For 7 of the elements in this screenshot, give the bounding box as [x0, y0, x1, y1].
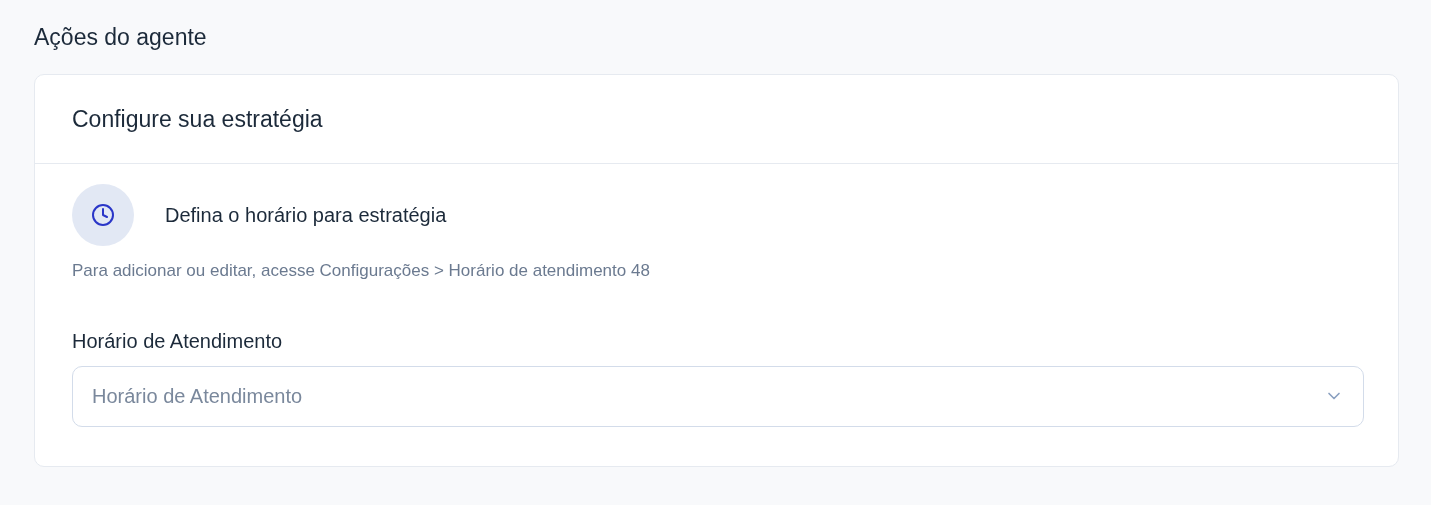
page-title: Ações do agente	[34, 23, 207, 52]
schedule-hint: Para adicionar ou editar, acesse Configurações > Horário de atendimento 48	[72, 260, 650, 282]
schedule-heading: Defina o horário para estratégia	[165, 203, 447, 228]
schedule-select[interactable]: Horário de Atendimento	[72, 365, 1364, 427]
clock-icon	[91, 203, 115, 227]
card-title: Configure sua estratégia	[72, 104, 323, 134]
field-label: Horário de Atendimento	[72, 328, 283, 354]
